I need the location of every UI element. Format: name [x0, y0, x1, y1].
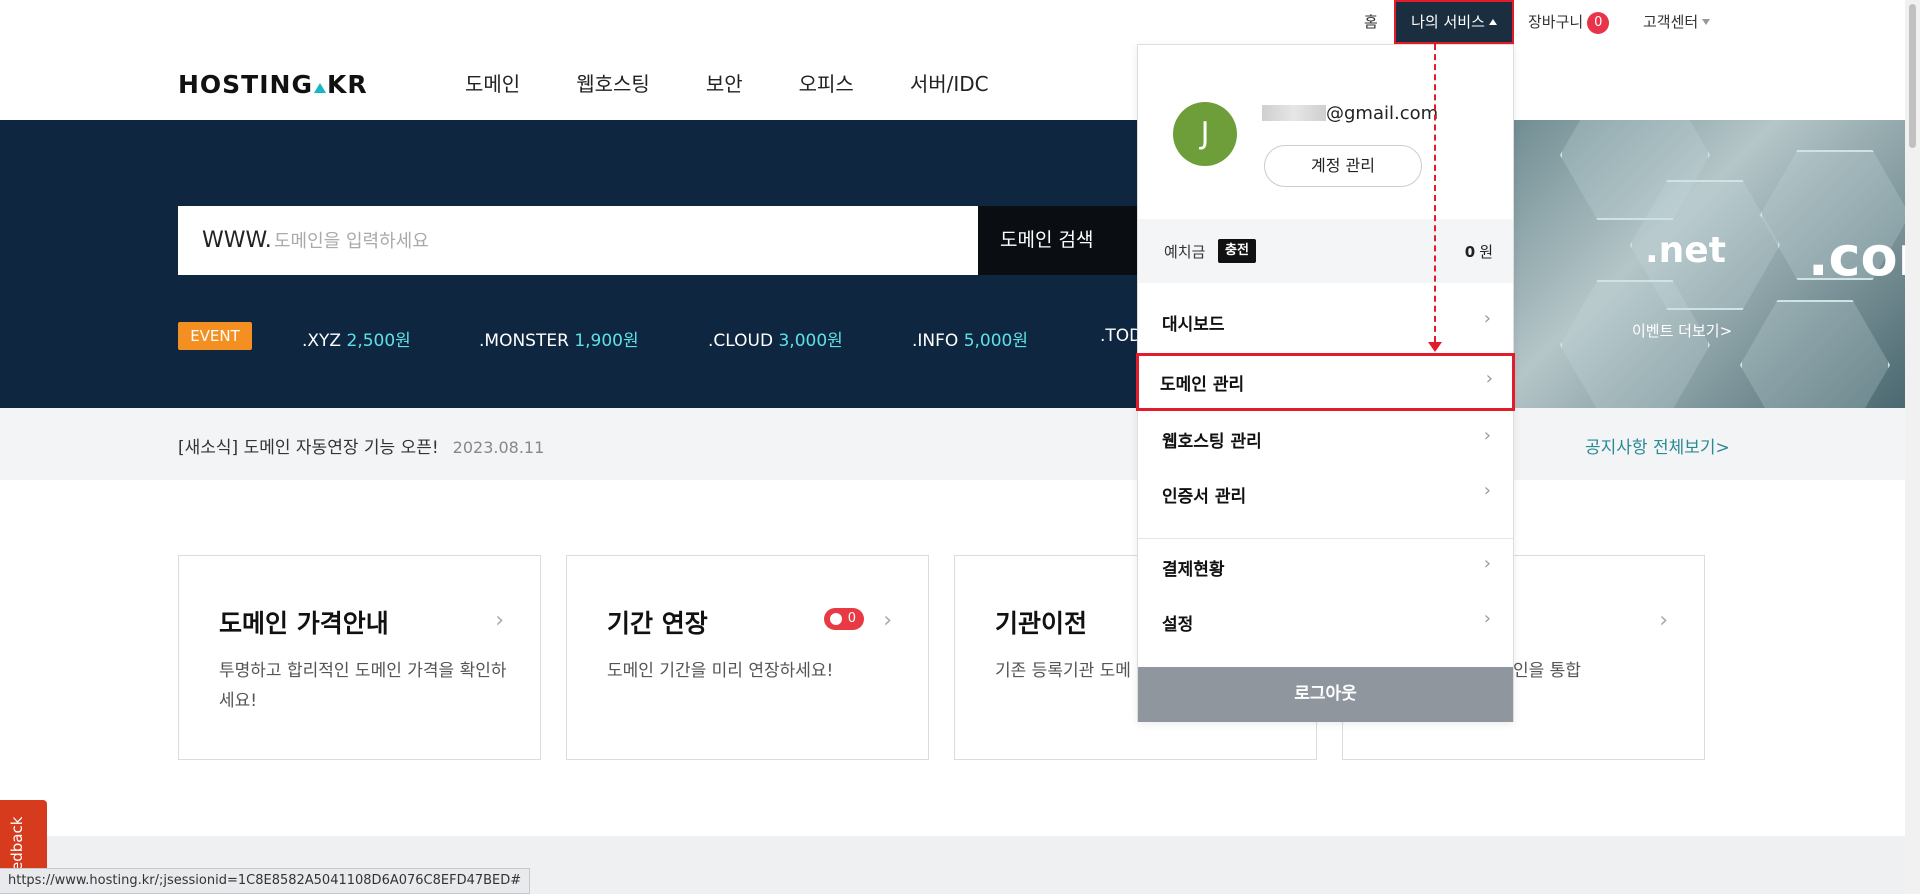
tld-name: .CLOUD [708, 331, 774, 351]
deposit-unit: 원 [1479, 243, 1493, 261]
nav-security[interactable]: 보안 [706, 68, 743, 97]
customer-center-link[interactable]: 고객센터 [1643, 0, 1711, 44]
cart-count-badge: 0 [1587, 12, 1610, 34]
customer-center-label: 고객센터 [1643, 13, 1699, 31]
hexagon-shape [1740, 300, 1890, 408]
tld-price: 1,900원 [574, 331, 639, 351]
card-renewal[interactable]: 기간 연장 0 도메인 기간을 미리 연장하세요! › [566, 555, 929, 760]
cart-label: 장바구니 [1528, 13, 1584, 31]
tld-price: 3,000원 [778, 331, 843, 351]
account-email: @gmail.com [1262, 103, 1438, 124]
site-logo[interactable]: HOSTING KR [178, 70, 368, 99]
renewal-count: 0 [847, 611, 856, 626]
my-service-dropdown: J @gmail.com 계정 관리 예치금 충전 0원 대시보드 › 도메인 관… [1136, 44, 1515, 722]
tld-cloud[interactable]: .CLOUD 3,000원 [708, 326, 843, 351]
menu-certificate-manage[interactable]: 인증서 관리 › [1138, 465, 1513, 519]
menu-label: 웹호스팅 관리 [1162, 432, 1262, 452]
menu-label: 대시보드 [1162, 315, 1225, 335]
search-prefix: WWW. [202, 228, 272, 253]
menu-dashboard[interactable]: 대시보드 › [1138, 293, 1513, 347]
caret-up-icon [1488, 19, 1497, 25]
menu-payment-status[interactable]: 결제현황 › [1138, 538, 1513, 592]
clock-icon [830, 613, 842, 625]
card-desc: 인을 통합 [1513, 661, 1581, 681]
tld-monster[interactable]: .MONSTER 1,900원 [479, 326, 639, 351]
tld-tod[interactable]: .TOD [1100, 326, 1142, 346]
nav-domain[interactable]: 도메인 [465, 68, 520, 97]
notice-bar: [새소식] 도메인 자동연장 기능 오픈! 2023.08.11 공지사항 전체보… [0, 408, 1905, 480]
chevron-right-icon: › [1483, 425, 1491, 446]
menu-domain-manage[interactable]: 도메인 관리 › [1136, 353, 1515, 411]
my-service-button[interactable]: 나의 서비스 [1394, 0, 1514, 44]
chevron-right-icon: › [1483, 608, 1491, 629]
my-service-label: 나의 서비스 [1411, 13, 1485, 31]
menu-label: 인증서 관리 [1162, 487, 1247, 507]
notice-link[interactable]: [새소식] 도메인 자동연장 기능 오픈! 2023.08.11 [178, 433, 544, 458]
card-domain-price[interactable]: 도메인 가격안내 투명하고 합리적인 도메인 가격을 확인하세요! › [178, 555, 541, 760]
home-link[interactable]: 홈 [1364, 0, 1378, 44]
banner-net-text: .net [1645, 230, 1726, 271]
event-more-link[interactable]: 이벤트 더보기> [1632, 320, 1732, 341]
deposit-label: 예치금 [1164, 243, 1206, 261]
notice-more-link[interactable]: 공지사항 전체보기> [1585, 433, 1730, 458]
banner-com-text: .cor [1808, 225, 1905, 288]
annotation-dashed-arrow [1434, 44, 1436, 342]
domain-search-box: WWW. [178, 206, 978, 275]
nav-server-idc[interactable]: 서버/IDC [910, 68, 989, 97]
chevron-right-icon: › [1485, 368, 1493, 389]
email-domain: @gmail.com [1326, 103, 1439, 124]
tld-info[interactable]: .INFO 5,000원 [912, 326, 1028, 351]
logo-dot-icon [313, 83, 326, 93]
top-utility-bar: 홈 나의 서비스 장바구니 0 고객센터 [0, 0, 1905, 44]
renewal-count-badge: 0 [824, 608, 864, 630]
chevron-right-icon: › [883, 608, 892, 633]
deposit-row: 예치금 충전 0원 [1138, 219, 1513, 283]
notice-date: 2023.08.11 [452, 438, 545, 457]
chevron-right-icon: › [1483, 553, 1491, 574]
deposit-amount: 0원 [1465, 241, 1493, 262]
menu-label: 도메인 관리 [1160, 375, 1245, 395]
tld-name: .MONSTER [479, 331, 569, 351]
domain-search-button[interactable]: 도메인 검색 [978, 206, 1138, 275]
chevron-right-icon: › [1659, 608, 1668, 633]
domain-search-input[interactable] [274, 224, 934, 258]
card-title: 기간 연장 [607, 609, 708, 638]
cart-link[interactable]: 장바구니 0 [1528, 0, 1610, 44]
scrollbar-thumb[interactable] [1909, 4, 1916, 148]
tld-price: 2,500원 [346, 331, 411, 351]
tld-name: .INFO [912, 331, 959, 351]
annotation-arrow-head-icon [1428, 342, 1442, 352]
tld-xyz[interactable]: .XYZ 2,500원 [302, 326, 411, 351]
card-title: 기관이전 [995, 609, 1088, 638]
logout-button[interactable]: 로그아웃 [1138, 667, 1513, 722]
tld-name: .XYZ [302, 331, 342, 351]
menu-label: 결제현황 [1162, 560, 1225, 580]
chevron-right-icon: › [1483, 480, 1491, 501]
redacted-email-user [1262, 105, 1326, 121]
menu-webhosting-manage[interactable]: 웹호스팅 관리 › [1138, 410, 1513, 464]
account-manage-button[interactable]: 계정 관리 [1264, 145, 1422, 187]
tld-price: 5,000원 [963, 331, 1029, 351]
chevron-right-icon: › [1483, 308, 1491, 329]
avatar: J [1173, 102, 1237, 166]
menu-label: 설정 [1162, 615, 1194, 635]
notice-title: [새소식] 도메인 자동연장 기능 오픈! [178, 438, 439, 458]
card-desc: 도메인 기간을 미리 연장하세요! [607, 661, 834, 681]
nav-webhosting[interactable]: 웹호스팅 [576, 68, 650, 97]
charge-button[interactable]: 충전 [1218, 239, 1256, 263]
chevron-right-icon: › [495, 608, 504, 633]
card-desc: 투명하고 합리적인 도메인 가격을 확인하세요! [219, 661, 507, 711]
logo-text-left: HOSTING [178, 70, 313, 99]
menu-settings[interactable]: 설정 › [1138, 593, 1513, 647]
caret-down-icon [1702, 19, 1711, 25]
browser-status-url: https://www.hosting.kr/;jsessionid=1C8E8… [0, 868, 531, 894]
deposit-value: 0 [1464, 243, 1476, 261]
nav-office[interactable]: 오피스 [799, 68, 854, 97]
logo-text-right: KR [326, 70, 368, 99]
tld-name: .TOD [1100, 326, 1143, 346]
main-nav: 도메인 웹호스팅 보안 오피스 서버/IDC [465, 68, 1045, 97]
event-badge: EVENT [178, 322, 252, 350]
card-title: 도메인 가격안내 [219, 609, 389, 638]
